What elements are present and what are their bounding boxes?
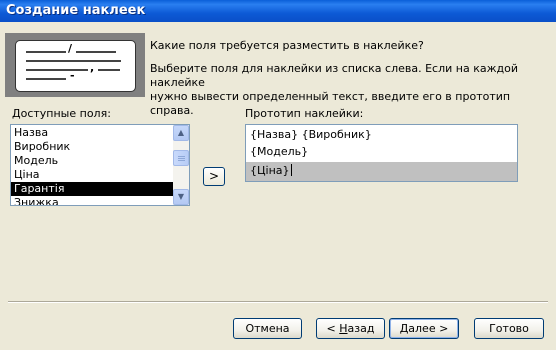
listbox-scrollbar[interactable]: ▲ ▼ [173,125,189,205]
back-button[interactable]: < Назад [316,318,385,339]
add-field-button[interactable]: > [203,167,225,186]
prototype-line-3: {Ціна} [250,163,292,179]
available-fields-items: Назва Виробник Модель Ціна Гарантія Зниж… [11,126,173,205]
cancel-button[interactable]: Отмена [233,318,302,339]
preview-mark-slash: / [68,42,73,55]
available-fields-label: Доступные поля: [12,107,111,120]
list-item[interactable]: Модель [11,154,173,168]
available-fields-listbox[interactable]: Назва Виробник Модель Ціна Гарантія Зниж… [10,124,190,206]
prototype-textbox[interactable]: {Назва} {Виробник} {Модель} {Ціна} [245,124,518,182]
label-card: / , - [15,40,136,92]
prototype-line-3-text: {Ціна} [250,164,290,177]
scroll-thumb[interactable] [173,150,189,166]
title-bar: Создание наклеек [0,0,556,22]
preview-line [98,69,120,71]
prototype-line-2: {Модель} [250,145,309,158]
instruction-line-1: Выберите поля для наклейки из списка сле… [150,62,518,89]
back-label-prefix: < [326,322,340,335]
list-item[interactable]: Ціна [11,168,173,182]
preview-line [76,51,116,53]
list-item[interactable]: Виробник [11,140,173,154]
finish-button[interactable]: Готово [474,318,544,339]
separator [8,301,548,303]
list-item[interactable]: Знижка [11,196,173,205]
preview-line [26,51,66,53]
preview-line [26,69,88,71]
scroll-up-icon[interactable]: ▲ [173,125,189,141]
label-preview-image: / , - [5,33,145,97]
next-button[interactable]: Далее > [389,318,459,339]
preview-mark-dash: - [70,69,75,82]
preview-line [26,78,66,80]
scroll-down-icon[interactable]: ▼ [173,189,189,205]
back-label-accel: Н [339,322,348,335]
text-caret [290,164,292,176]
list-item-selected[interactable]: Гарантія [11,182,173,196]
back-label-rest: азад [347,322,375,335]
next-label-accel: Д [399,322,409,335]
prototype-label: Прототип наклейки: [245,107,364,120]
wizard-question: Какие поля требуется разместить в наклей… [150,39,424,52]
next-label-rest: алее > [408,322,449,335]
preview-line [26,60,121,62]
window-title: Создание наклеек [6,3,146,18]
list-item[interactable]: Назва [11,126,173,140]
preview-mark-comma: , [90,61,95,74]
prototype-line-1: {Назва} {Виробник} [250,128,372,141]
